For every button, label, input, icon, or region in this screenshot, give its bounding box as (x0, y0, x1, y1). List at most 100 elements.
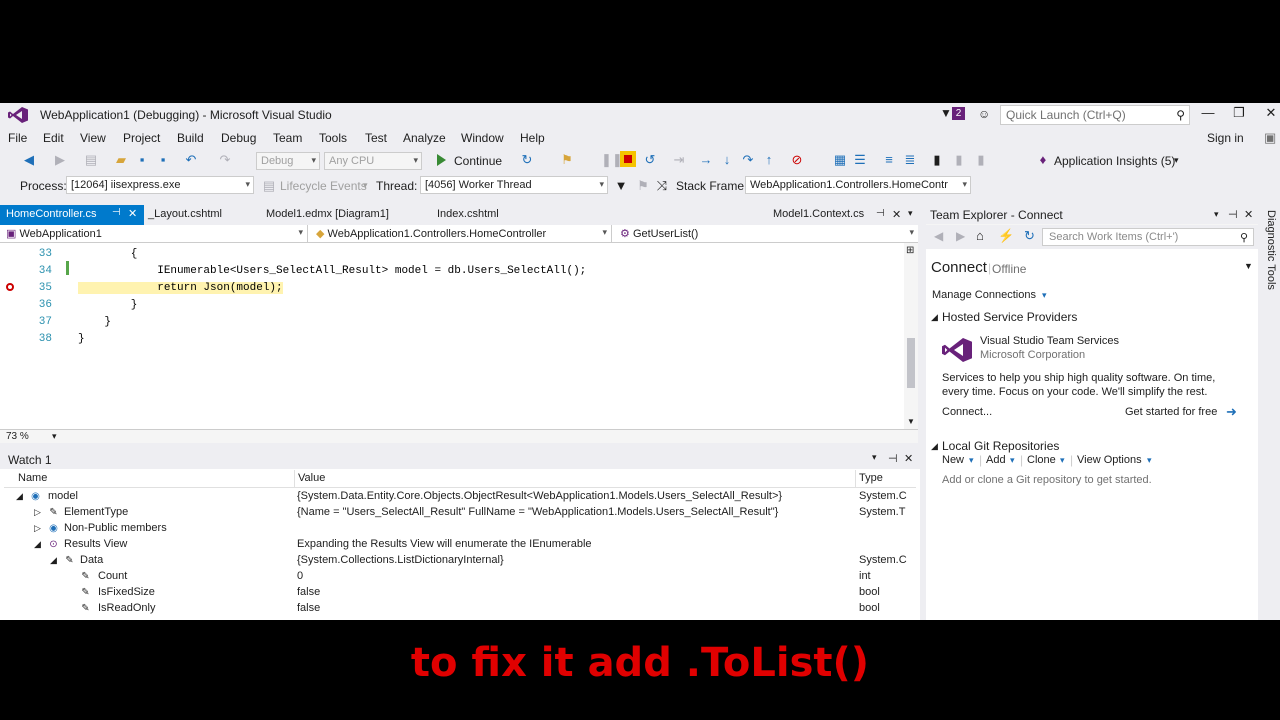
refresh-browser-icon[interactable]: ↻ (520, 153, 534, 167)
sign-in-link[interactable]: Sign in (1207, 131, 1244, 145)
menu-tools[interactable]: Tools (319, 131, 347, 145)
tab-homecontroller[interactable]: HomeController.cs ⊣ ✕ (0, 205, 144, 225)
close-icon[interactable]: ✕ (904, 452, 913, 465)
menu-build[interactable]: Build (177, 131, 204, 145)
expand-arrow-icon[interactable]: ▷ (34, 507, 41, 518)
code-line[interactable]: { (78, 248, 138, 260)
watch-row[interactable]: ◢ ⊙ Results View Expanding the Results V… (4, 537, 916, 553)
chevron-down-icon[interactable]: ▾ (969, 455, 974, 466)
undo-icon[interactable]: ↶ (184, 153, 198, 167)
code-editor[interactable]: 33 34 35 36 37 38 { IEnumerable<Users_Se… (0, 243, 918, 431)
notifications-flag-icon[interactable]: ▼ (940, 106, 952, 120)
connect-link[interactable]: Connect... (942, 406, 992, 418)
new-project-icon[interactable]: ▤ (84, 153, 98, 167)
watch-row[interactable]: ◢ ✎ Data {System.Collections.ListDiction… (4, 553, 916, 569)
member-dropdown[interactable]: ⚙ GetUserList() (614, 225, 918, 243)
close-icon[interactable]: ✕ (1244, 208, 1253, 221)
browser-link-icon[interactable]: ⚑ (560, 153, 574, 167)
tab-layout[interactable]: _Layout.cshtml (148, 208, 222, 220)
connect-plug-icon[interactable]: ⚡ (998, 228, 1014, 244)
git-new-button[interactable]: New (942, 454, 964, 466)
stop-debugging-button[interactable] (620, 151, 636, 167)
breakpoint-icon[interactable] (6, 283, 14, 291)
uncomment-icon[interactable]: ≣ (903, 153, 917, 167)
chevron-down-icon[interactable]: ▼ (1244, 261, 1253, 271)
value-column-header[interactable]: Value (298, 472, 325, 484)
code-line[interactable]: } (78, 316, 111, 328)
process-dropdown[interactable]: [12064] iisexpress.exe (66, 176, 254, 194)
tab-index[interactable]: Index.cshtml (437, 208, 499, 220)
step-out-icon[interactable]: ↑ (762, 153, 776, 167)
feedback-icon[interactable]: ☺ (978, 107, 990, 121)
watch-row[interactable]: ▷ ◉ Non-Public members (4, 521, 916, 537)
chevron-down-icon[interactable]: ▾ (1174, 155, 1179, 166)
bookmark-icon[interactable]: ▮ (930, 153, 944, 167)
column-divider[interactable] (294, 470, 295, 488)
chevron-down-icon[interactable]: ▾ (1214, 209, 1219, 220)
arrow-circle-right-icon[interactable]: ➜ (1226, 404, 1237, 420)
tab-model1-edmx[interactable]: Model1.edmx [Diagram1] (266, 208, 389, 220)
code-line[interactable]: IEnumerable<Users_SelectAll_Result> mode… (78, 265, 586, 277)
restart-icon[interactable]: ↺ (643, 153, 657, 167)
name-column-header[interactable]: Name (18, 472, 47, 484)
split-editor-icon[interactable]: ⊞ (906, 245, 914, 256)
save-all-icon[interactable]: ▪ (156, 153, 170, 167)
search-work-items-input[interactable]: Search Work Items (Ctrl+') ⚲ (1042, 228, 1254, 246)
solution-platform-dropdown[interactable]: Any CPU (324, 152, 422, 170)
stack-frame-dropdown[interactable]: WebApplication1.Controllers.HomeContr (745, 176, 971, 194)
code-line-current[interactable]: return Json(model); (78, 282, 283, 294)
pin-icon[interactable]: ⊣ (112, 207, 121, 218)
expand-arrow-icon[interactable]: ▷ (34, 523, 41, 534)
menu-edit[interactable]: Edit (43, 131, 64, 145)
class-dropdown[interactable]: ◆ WebApplication1.Controllers.HomeContro… (310, 225, 612, 243)
collapse-arrow-icon[interactable]: ◢ (50, 555, 57, 566)
step-into-icon[interactable]: ↓ (720, 153, 734, 167)
continue-play-icon[interactable] (437, 154, 446, 166)
filter-icon[interactable]: ▼ (614, 179, 628, 193)
git-add-button[interactable]: Add (986, 454, 1006, 466)
chevron-down-icon[interactable]: ▾ (872, 452, 877, 463)
threads-icon[interactable]: ☰ (853, 153, 867, 167)
close-icon[interactable]: ✕ (892, 208, 901, 221)
application-insights-button[interactable]: Application Insights (5) (1054, 154, 1175, 168)
comment-icon[interactable]: ≡ (882, 153, 896, 167)
step-over-icon[interactable]: ↷ (741, 153, 755, 167)
flag-threads-icon[interactable]: ⚑ (636, 179, 650, 193)
thread-dropdown[interactable]: [4056] Worker Thread (420, 176, 608, 194)
diagnostic-tools-side-tab[interactable]: Diagnostic Tools (1262, 206, 1280, 620)
show-next-statement-icon[interactable]: ⇥ (672, 153, 686, 167)
menu-analyze[interactable]: Analyze (403, 131, 446, 145)
menu-test[interactable]: Test (365, 131, 387, 145)
refresh-icon[interactable]: ↻ (1024, 228, 1035, 244)
manage-connections-link[interactable]: Manage Connections (932, 289, 1036, 301)
pin-icon[interactable]: ⊣ (876, 208, 885, 219)
close-window-button[interactable]: ✕ (1261, 105, 1280, 121)
hex-display-icon[interactable]: ▦ (833, 153, 847, 167)
watch-row[interactable]: ◢ ◉ model {System.Data.Entity.Core.Objec… (4, 489, 916, 505)
exception-settings-icon[interactable]: ⊘ (790, 153, 804, 167)
continue-button[interactable]: Continue (454, 154, 502, 168)
watch-row[interactable]: ✎ IsFixedSize false bool (4, 585, 916, 601)
close-icon[interactable]: ✕ (128, 207, 137, 220)
chevron-down-icon[interactable]: ▾ (1042, 290, 1047, 301)
scroll-down-icon[interactable]: ▼ (907, 417, 915, 426)
forward-icon[interactable]: ▶ (956, 229, 965, 243)
chevron-down-icon[interactable]: ▾ (1147, 455, 1152, 466)
menu-file[interactable]: File (8, 131, 27, 145)
back-icon[interactable]: ◀ (934, 229, 943, 243)
scrollbar-thumb[interactable] (907, 338, 915, 388)
git-view-options-button[interactable]: View Options (1077, 454, 1142, 466)
menu-project[interactable]: Project (123, 131, 160, 145)
chevron-down-icon[interactable]: ▾ (1060, 455, 1065, 466)
quick-launch-input[interactable]: Quick Launch (Ctrl+Q) ⚲ (1000, 105, 1190, 125)
pin-icon[interactable]: ⊣ (888, 452, 898, 465)
chevron-down-icon[interactable]: ▾ (363, 180, 368, 191)
back-navigate-icon[interactable]: ◀ (22, 153, 36, 167)
editor-vertical-scrollbar[interactable]: ⊞ ▼ (904, 243, 918, 431)
menu-help[interactable]: Help (520, 131, 545, 145)
column-divider[interactable] (855, 470, 856, 488)
step-into-arrow-icon[interactable]: → (699, 153, 713, 167)
code-line[interactable]: } (78, 333, 85, 345)
solution-configuration-dropdown[interactable]: Debug (256, 152, 320, 170)
prev-bookmark-icon[interactable]: ▮ (952, 153, 966, 167)
